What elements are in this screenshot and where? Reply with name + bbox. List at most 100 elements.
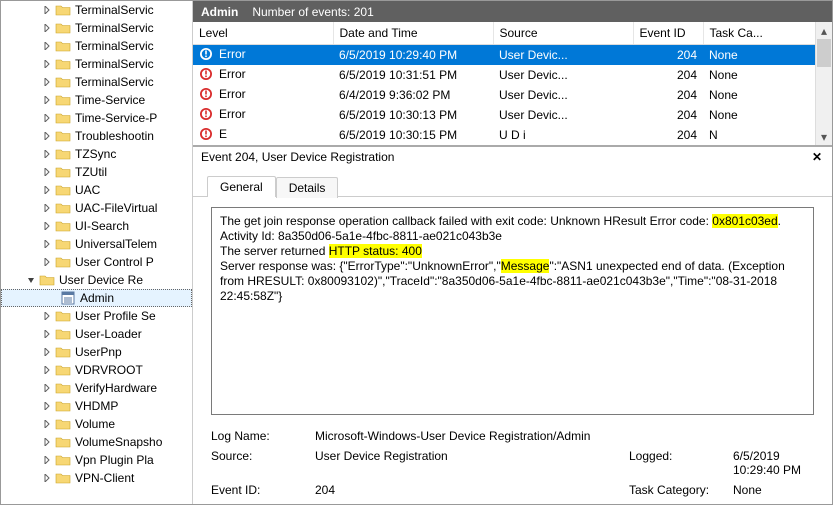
tree-item[interactable]: User-Loader (1, 325, 192, 343)
tree-item[interactable]: TZSync (1, 145, 192, 163)
cell-eventid: 204 (633, 65, 703, 85)
tree-item[interactable]: TerminalServic (1, 55, 192, 73)
tree-item[interactable]: UAC (1, 181, 192, 199)
chevron-right-icon[interactable] (41, 472, 53, 484)
chevron-right-icon[interactable] (41, 148, 53, 160)
chevron-right-icon[interactable] (41, 382, 53, 394)
chevron-right-icon[interactable] (41, 166, 53, 178)
chevron-right-icon[interactable] (41, 364, 53, 376)
tree-item[interactable]: TerminalServic (1, 73, 192, 91)
tree-item[interactable]: Time-Service-P (1, 109, 192, 127)
tree-item[interactable]: User Device Re (1, 271, 192, 289)
grid-header-row[interactable]: Level Date and Time Source Event ID Task… (193, 22, 832, 45)
chevron-right-icon[interactable] (41, 346, 53, 358)
chevron-right-icon[interactable] (41, 76, 53, 88)
tree-item-label: UAC (75, 183, 100, 197)
tab-general[interactable]: General (207, 176, 276, 197)
chevron-right-icon[interactable] (41, 220, 53, 232)
table-row[interactable]: Error6/5/2019 10:29:40 PMUser Devic...20… (193, 45, 832, 66)
close-icon[interactable]: ✕ (810, 150, 824, 164)
chevron-right-icon[interactable] (41, 202, 53, 214)
col-date[interactable]: Date and Time (333, 22, 493, 45)
folder-icon (55, 183, 71, 197)
table-row[interactable]: E6/5/2019 10:30:15 PMU D i204N (193, 125, 832, 145)
tree-item[interactable]: UAC-FileVirtual (1, 199, 192, 217)
chevron-right-icon[interactable] (41, 22, 53, 34)
lbl-taskcat: Task Category: (629, 483, 729, 497)
tree-item[interactable]: Time-Service (1, 91, 192, 109)
col-source[interactable]: Source (493, 22, 633, 45)
cell-taskcat: N (703, 125, 832, 145)
tree-item[interactable]: TerminalServic (1, 19, 192, 37)
tree-item[interactable]: TerminalServic (1, 37, 192, 55)
scroll-up-button[interactable]: ▴ (816, 22, 832, 39)
tree-item-label: VDRVROOT (75, 363, 143, 377)
chevron-right-icon[interactable] (41, 256, 53, 268)
highlight-error-code: 0x801c03ed (712, 214, 777, 228)
event-grid[interactable]: Level Date and Time Source Event ID Task… (193, 22, 832, 145)
tree-item-label: Troubleshootin (75, 129, 154, 143)
cell-taskcat: None (703, 85, 832, 105)
tree-item-label: Time-Service-P (75, 111, 157, 125)
tree-item[interactable]: VDRVROOT (1, 361, 192, 379)
chevron-right-icon[interactable] (41, 130, 53, 142)
col-eventid[interactable]: Event ID (633, 22, 703, 45)
event-message-box[interactable]: The get join response operation callback… (211, 207, 814, 415)
folder-icon (55, 57, 71, 71)
tree-item[interactable]: Troubleshootin (1, 127, 192, 145)
chevron-right-icon[interactable] (41, 418, 53, 430)
col-taskcat[interactable]: Task Ca... (703, 22, 832, 45)
tree-item-label: VerifyHardware (75, 381, 157, 395)
tree-item-label: VPN-Client (75, 471, 134, 485)
tree-item-label: Admin (80, 291, 114, 305)
tree-item-label: Time-Service (75, 93, 145, 107)
folder-icon (55, 147, 71, 161)
scroll-down-button[interactable]: ▾ (816, 128, 832, 145)
cell-taskcat: None (703, 65, 832, 85)
tree-item[interactable]: TerminalServic (1, 1, 192, 19)
table-row[interactable]: Error6/5/2019 10:31:51 PMUser Devic...20… (193, 65, 832, 85)
chevron-down-icon[interactable] (25, 274, 37, 286)
chevron-right-icon[interactable] (41, 328, 53, 340)
tree-item[interactable]: UniversalTelem (1, 235, 192, 253)
folder-icon (55, 435, 71, 449)
table-row[interactable]: Error6/4/2019 9:36:02 PMUser Devic...204… (193, 85, 832, 105)
tree-item[interactable]: VolumeSnapsho (1, 433, 192, 451)
error-icon (199, 107, 215, 123)
tree-item[interactable]: VHDMP (1, 397, 192, 415)
tree-item-admin[interactable]: Admin (1, 289, 192, 307)
tree-item-label: Volume (75, 417, 115, 431)
cell-date: 6/5/2019 10:29:40 PM (333, 45, 493, 66)
tab-details[interactable]: Details (276, 177, 339, 198)
table-row[interactable]: Error6/5/2019 10:30:13 PMUser Devic...20… (193, 105, 832, 125)
col-level[interactable]: Level (193, 22, 333, 45)
tree-item[interactable]: VerifyHardware (1, 379, 192, 397)
tree-item[interactable]: TZUtil (1, 163, 192, 181)
grid-scrollbar[interactable]: ▴ ▾ (815, 22, 832, 145)
tree-item[interactable]: Vpn Plugin Pla (1, 451, 192, 469)
chevron-right-icon[interactable] (41, 400, 53, 412)
chevron-right-icon[interactable] (41, 112, 53, 124)
scroll-thumb[interactable] (817, 39, 831, 67)
chevron-right-icon[interactable] (41, 58, 53, 70)
cell-level: Error (219, 47, 246, 61)
chevron-right-icon[interactable] (41, 454, 53, 466)
error-icon (199, 47, 215, 63)
tree-item[interactable]: UserPnp (1, 343, 192, 361)
chevron-right-icon[interactable] (41, 310, 53, 322)
tree-item[interactable]: Volume (1, 415, 192, 433)
chevron-right-icon[interactable] (41, 94, 53, 106)
cell-taskcat: None (703, 105, 832, 125)
chevron-right-icon[interactable] (41, 184, 53, 196)
chevron-right-icon[interactable] (41, 238, 53, 250)
chevron-right-icon[interactable] (41, 40, 53, 52)
folder-icon (55, 237, 71, 251)
chevron-right-icon[interactable] (41, 4, 53, 16)
tree-item[interactable]: VPN-Client (1, 469, 192, 487)
tree-item[interactable]: UI-Search (1, 217, 192, 235)
folder-icon (39, 273, 55, 287)
folder-icon (55, 381, 71, 395)
chevron-right-icon[interactable] (41, 436, 53, 448)
tree-item[interactable]: User Control P (1, 253, 192, 271)
tree-item[interactable]: User Profile Se (1, 307, 192, 325)
